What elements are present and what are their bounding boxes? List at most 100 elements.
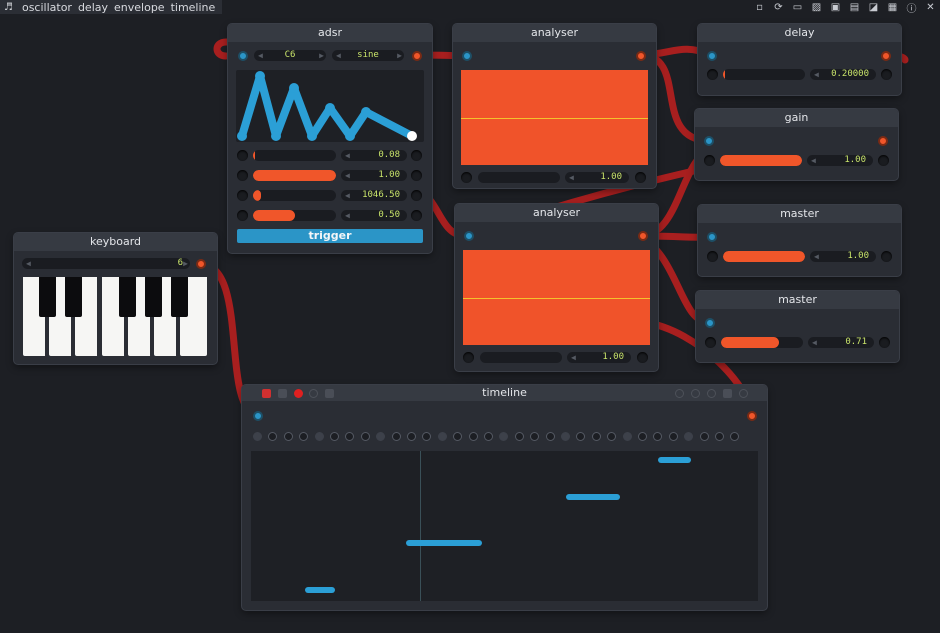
attack-port[interactable] [237, 150, 248, 161]
release-out-port[interactable] [411, 210, 422, 221]
piano-key-black[interactable] [65, 277, 82, 317]
delay-title[interactable]: delay [698, 24, 901, 42]
analyser-1-out-dot[interactable] [635, 172, 646, 183]
waveform-select[interactable]: ◀ sine ▶ [332, 50, 404, 61]
timeline-input-port[interactable] [253, 411, 263, 421]
piano-key-black[interactable] [119, 277, 136, 317]
piano-key-black[interactable] [145, 277, 162, 317]
keyboard-output-port[interactable] [196, 259, 206, 269]
release-value[interactable]: ◀ 0.50 [341, 210, 407, 221]
analyser-2-value[interactable]: ◀ 1.00 [567, 352, 631, 363]
frequency-value[interactable]: ◀ 1046.50 [341, 190, 407, 201]
playhead[interactable] [420, 451, 421, 601]
delay-value[interactable]: ◀ 0.20000 [810, 69, 876, 80]
master-2-input-port[interactable] [705, 318, 715, 328]
sequencer-step[interactable] [360, 432, 370, 441]
gain-out-dot[interactable] [878, 155, 889, 166]
timeline-note[interactable] [305, 587, 335, 593]
sequencer-step[interactable] [514, 432, 524, 441]
gain-output-port[interactable] [878, 136, 888, 146]
decay-slider[interactable] [253, 170, 336, 181]
master-1-value[interactable]: ◀ 1.00 [810, 251, 876, 262]
record-icon[interactable] [294, 389, 303, 398]
release-port[interactable] [237, 210, 248, 221]
sequencer-step[interactable] [468, 432, 478, 441]
sequencer-step[interactable] [684, 432, 694, 441]
keyboard-title[interactable]: keyboard [14, 233, 217, 251]
decay-port[interactable] [237, 170, 248, 181]
analyser-1-slider[interactable] [478, 172, 560, 183]
keyboard-node[interactable]: keyboard ◀ 6 ▶ [14, 233, 217, 364]
analyser-1-title[interactable]: analyser [453, 24, 656, 42]
analyser-2-input-port[interactable] [464, 231, 474, 241]
adsr-output-port[interactable] [412, 51, 422, 61]
sequencer-step[interactable] [422, 432, 432, 441]
attack-slider[interactable] [253, 150, 336, 161]
zoom-in-icon[interactable] [691, 389, 700, 398]
sequencer-step[interactable] [499, 432, 509, 441]
master-2-slider[interactable] [721, 337, 803, 348]
analyser-1-input-port[interactable] [462, 51, 472, 61]
master-1-slider[interactable] [723, 251, 805, 262]
sequencer-step[interactable] [453, 432, 463, 441]
sequencer-step[interactable] [545, 432, 555, 441]
loop-icon[interactable] [309, 389, 318, 398]
timeline-note[interactable] [406, 540, 482, 546]
stop-icon[interactable] [278, 389, 287, 398]
timeline-track-area[interactable] [251, 451, 758, 601]
analyser-1-in-dot[interactable] [461, 172, 472, 183]
analyser-node-2[interactable]: analyser ◀ 1.00 [455, 204, 658, 371]
analyser-2-in-dot[interactable] [463, 352, 474, 363]
adsr-input-port[interactable] [238, 51, 248, 61]
sequencer-step[interactable] [699, 432, 709, 441]
timeline-note[interactable] [566, 494, 620, 500]
grid-icon[interactable] [325, 389, 334, 398]
master-1-title[interactable]: master [698, 205, 901, 223]
sequencer-step[interactable] [314, 432, 324, 441]
master-1-input-port[interactable] [707, 232, 717, 242]
master-node-1[interactable]: master ◀ 1.00 [698, 205, 901, 276]
adsr-node[interactable]: adsr ◀ C6 ▶ ◀ sine ▶ ◀ 0.08 ◀ 1.00 ◀ 1046.50 ◀ 0… [228, 24, 432, 253]
sequencer-step[interactable] [622, 432, 632, 441]
sequencer-step[interactable] [253, 432, 262, 441]
zoom-out-icon[interactable] [675, 389, 684, 398]
sequencer-step[interactable] [576, 432, 586, 441]
frequency-slider[interactable] [253, 190, 336, 201]
sequencer-step[interactable] [299, 432, 309, 441]
delay-input-port[interactable] [707, 51, 717, 61]
sequencer-step[interactable] [345, 432, 355, 441]
analyser-node-1[interactable]: analyser ◀ 1.00 [453, 24, 656, 188]
sequencer-step[interactable] [653, 432, 663, 441]
analyser-1-output-port[interactable] [636, 51, 646, 61]
sequencer-step[interactable] [730, 432, 740, 441]
attack-value[interactable]: ◀ 0.08 [341, 150, 407, 161]
delay-out-dot[interactable] [881, 69, 892, 80]
delay-output-port[interactable] [881, 51, 891, 61]
master-1-out-dot[interactable] [881, 251, 892, 262]
sequencer-step[interactable] [268, 432, 278, 441]
pause-icon[interactable] [262, 389, 271, 398]
analyser-2-output-port[interactable] [638, 231, 648, 241]
piano-key-black[interactable] [39, 277, 56, 317]
attack-out-port[interactable] [411, 150, 422, 161]
sequencer-step[interactable] [715, 432, 724, 441]
sequencer-step[interactable] [391, 432, 401, 441]
frequency-out-port[interactable] [411, 190, 422, 201]
master-2-in-dot[interactable] [705, 337, 716, 348]
gain-value[interactable]: ◀ 1.00 [807, 155, 873, 166]
master-2-value[interactable]: ◀ 0.71 [808, 337, 874, 348]
frequency-port[interactable] [237, 190, 248, 201]
sequencer-step[interactable] [283, 432, 293, 441]
master-node-2[interactable]: master ◀ 0.71 [696, 291, 899, 362]
sequencer-step[interactable] [376, 432, 386, 441]
adsr-title[interactable]: adsr [228, 24, 432, 42]
delay-in-dot[interactable] [707, 69, 718, 80]
sequencer-step[interactable] [638, 432, 647, 441]
master-2-title[interactable]: master [696, 291, 899, 309]
gain-in-dot[interactable] [704, 155, 715, 166]
clear-icon[interactable] [723, 389, 732, 398]
release-slider[interactable] [253, 210, 336, 221]
analyser-2-out-dot[interactable] [637, 352, 648, 363]
timeline-output-port[interactable] [747, 411, 757, 421]
envelope-graph[interactable] [236, 70, 424, 142]
